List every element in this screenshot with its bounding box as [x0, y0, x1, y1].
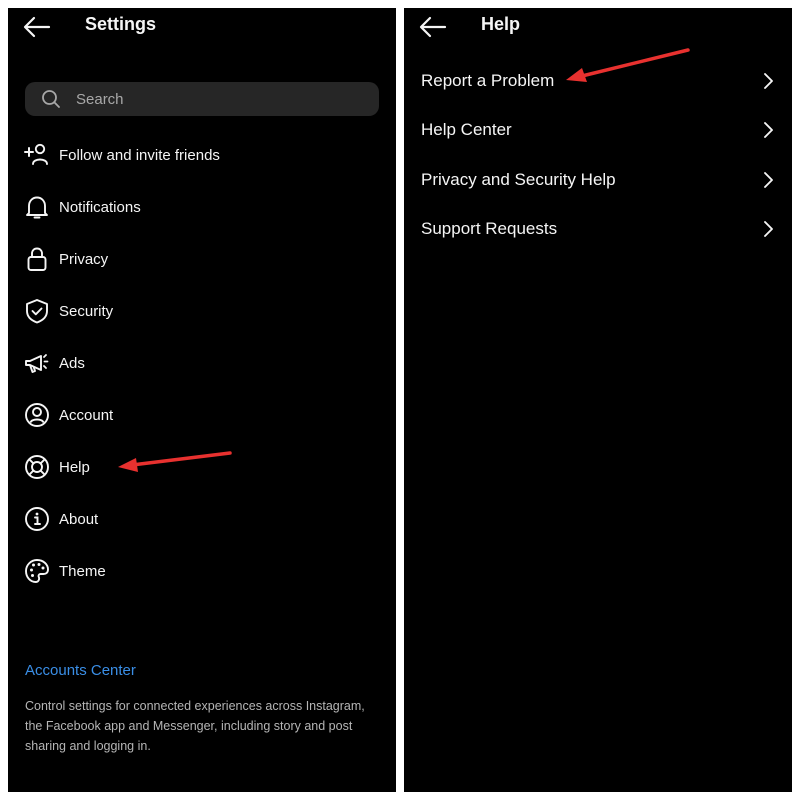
search-input[interactable]: Search [25, 82, 379, 116]
accounts-center-description: Control settings for connected experienc… [25, 699, 365, 753]
settings-item-label: Privacy [59, 250, 109, 268]
bell-icon [24, 194, 50, 220]
chevron-right-icon [764, 171, 773, 188]
settings-item-label: Help [59, 458, 90, 476]
page-title: Settings [85, 14, 157, 34]
settings-item-ads[interactable]: Ads [8, 337, 396, 389]
settings-item-account[interactable]: Account [8, 389, 396, 441]
settings-item-privacy[interactable]: Privacy [8, 233, 396, 285]
help-item-label: Support Requests [421, 219, 558, 239]
palette-icon [24, 558, 50, 584]
settings-item-security[interactable]: Security [8, 285, 396, 337]
help-item-privacy-security-help[interactable]: Privacy and Security Help [404, 155, 792, 205]
user-circle-icon [24, 402, 50, 428]
lock-icon [24, 246, 50, 272]
settings-item-help[interactable]: Help [8, 441, 396, 493]
lifebuoy-icon [24, 454, 50, 480]
help-item-label: Help Center [421, 120, 512, 140]
add-person-icon [24, 142, 50, 168]
arrow-left-icon[interactable] [418, 15, 448, 39]
accounts-center-link[interactable]: Accounts Center [25, 662, 136, 679]
settings-item-label: Ads [59, 354, 85, 372]
help-list: Report a Problem Help Center Privacy and… [404, 56, 792, 254]
help-item-report-problem[interactable]: Report a Problem [404, 56, 792, 106]
settings-item-label: Follow and invite friends [59, 146, 220, 164]
settings-item-label: About [59, 510, 99, 528]
megaphone-icon [24, 350, 50, 376]
help-item-label: Report a Problem [421, 70, 555, 90]
settings-item-label: Theme [59, 562, 106, 580]
settings-item-label: Account [59, 406, 114, 424]
chevron-right-icon [764, 72, 773, 89]
help-item-help-center[interactable]: Help Center [404, 106, 792, 156]
settings-item-notifications[interactable]: Notifications [8, 181, 396, 233]
settings-item-about[interactable]: About [8, 493, 396, 545]
settings-item-follow-invite[interactable]: Follow and invite friends [8, 129, 396, 181]
settings-item-label: Notifications [59, 198, 141, 216]
info-icon [24, 506, 50, 532]
search-placeholder: Search [76, 90, 124, 108]
chevron-right-icon [764, 221, 773, 238]
settings-item-theme[interactable]: Theme [8, 545, 396, 597]
help-item-label: Privacy and Security Help [421, 169, 616, 189]
chevron-right-icon [764, 122, 773, 139]
settings-list: Follow and invite friends Notifications … [8, 129, 396, 597]
settings-screen: Settings Search Follow and invite friend… [8, 8, 396, 792]
page-title: Help [481, 14, 521, 34]
search-icon [42, 90, 60, 108]
arrow-left-icon[interactable] [22, 15, 52, 39]
help-screen: Help Report a Problem Help Center Privac… [404, 8, 792, 792]
settings-item-label: Security [59, 302, 114, 320]
help-item-support-requests[interactable]: Support Requests [404, 205, 792, 255]
shield-check-icon [24, 298, 50, 324]
